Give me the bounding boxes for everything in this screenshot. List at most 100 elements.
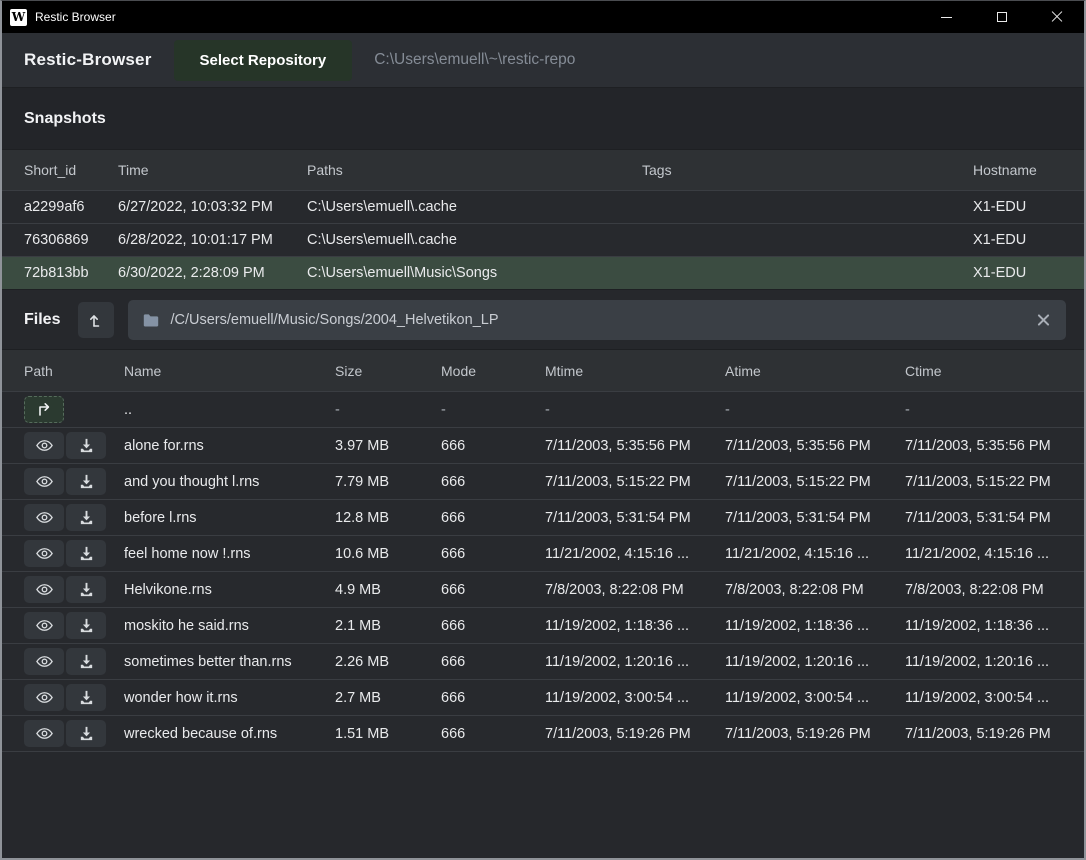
snapshots-section-header: Snapshots bbox=[2, 88, 1084, 150]
snapshots-heading: Snapshots bbox=[24, 110, 106, 128]
file-size: 2.26 MB bbox=[335, 654, 441, 670]
download-file-button[interactable] bbox=[66, 468, 106, 495]
file-row: before l.rns 12.8 MB 666 7/11/2003, 5:31… bbox=[2, 499, 1084, 535]
snapshot-short-id: a2299af6 bbox=[24, 199, 118, 215]
file-ctime: 7/11/2003, 5:19:26 PM bbox=[905, 726, 1062, 742]
file-size: 4.9 MB bbox=[335, 582, 441, 598]
view-file-button[interactable] bbox=[24, 648, 64, 675]
download-icon bbox=[78, 653, 95, 670]
eye-icon bbox=[35, 616, 54, 635]
view-file-button[interactable] bbox=[24, 468, 64, 495]
file-name: and you thought l.rns bbox=[124, 474, 335, 490]
minimize-icon bbox=[941, 17, 952, 18]
snapshot-hostname: X1-EDU bbox=[973, 265, 1062, 281]
file-name: feel home now !.rns bbox=[124, 546, 335, 562]
files-table-body: .. - - - - - bbox=[2, 391, 1084, 752]
download-file-button[interactable] bbox=[66, 648, 106, 675]
file-mtime: 7/8/2003, 8:22:08 PM bbox=[545, 582, 725, 598]
window-controls bbox=[919, 1, 1084, 33]
col-short-id: Short_id bbox=[24, 162, 118, 178]
download-file-button[interactable] bbox=[66, 576, 106, 603]
file-mtime: 7/11/2003, 5:35:56 PM bbox=[545, 438, 725, 454]
snapshot-time: 6/27/2022, 10:03:32 PM bbox=[118, 199, 307, 215]
titlebar: W Restic Browser bbox=[2, 1, 1084, 33]
snapshot-row[interactable]: a2299af6 6/27/2022, 10:03:32 PM C:\Users… bbox=[2, 190, 1084, 223]
file-mode: 666 bbox=[441, 654, 545, 670]
download-icon bbox=[78, 545, 95, 562]
snapshot-time: 6/28/2022, 10:01:17 PM bbox=[118, 232, 307, 248]
file-mtime: 11/19/2002, 3:00:54 ... bbox=[545, 690, 725, 706]
download-icon bbox=[78, 689, 95, 706]
file-row: wrecked because of.rns 1.51 MB 666 7/11/… bbox=[2, 715, 1084, 751]
file-ctime: 11/19/2002, 1:18:36 ... bbox=[905, 618, 1062, 634]
download-file-button[interactable] bbox=[66, 612, 106, 639]
eye-icon bbox=[35, 652, 54, 671]
app-logo-icon: W bbox=[10, 9, 27, 26]
snapshot-hostname: X1-EDU bbox=[973, 199, 1062, 215]
file-size: 3.97 MB bbox=[335, 438, 441, 454]
view-file-button[interactable] bbox=[24, 504, 64, 531]
view-file-button[interactable] bbox=[24, 576, 64, 603]
col-size: Size bbox=[335, 363, 441, 379]
view-file-button[interactable] bbox=[24, 432, 64, 459]
close-button[interactable] bbox=[1029, 1, 1084, 33]
file-name: wonder how it.rns bbox=[124, 690, 335, 706]
files-heading: Files bbox=[24, 311, 60, 329]
download-file-button[interactable] bbox=[66, 720, 106, 747]
snapshot-row-selected[interactable]: 72b813bb 6/30/2022, 2:28:09 PM C:\Users\… bbox=[2, 256, 1084, 289]
repository-path: C:\Users\emuell\~\restic-repo bbox=[374, 51, 575, 69]
eye-icon bbox=[35, 508, 54, 527]
file-atime: 7/11/2003, 5:15:22 PM bbox=[725, 474, 905, 490]
maximize-button[interactable] bbox=[974, 1, 1029, 33]
file-mode: 666 bbox=[441, 510, 545, 526]
enter-parent-directory-button[interactable] bbox=[24, 396, 64, 423]
eye-icon bbox=[35, 580, 54, 599]
enter-directory-icon bbox=[35, 401, 53, 419]
file-row: and you thought l.rns 7.79 MB 666 7/11/2… bbox=[2, 463, 1084, 499]
close-icon bbox=[1051, 11, 1063, 23]
download-file-button[interactable] bbox=[66, 504, 106, 531]
snapshots-table-header: Short_id Time Paths Tags Hostname bbox=[2, 150, 1084, 190]
files-table-header: Path Name Size Mode Mtime Atime Ctime bbox=[2, 349, 1084, 391]
file-row: feel home now !.rns 10.6 MB 666 11/21/20… bbox=[2, 535, 1084, 571]
snapshot-hostname: X1-EDU bbox=[973, 232, 1062, 248]
file-size: 12.8 MB bbox=[335, 510, 441, 526]
eye-icon bbox=[35, 544, 54, 563]
download-file-button[interactable] bbox=[66, 540, 106, 567]
file-mode: 666 bbox=[441, 618, 545, 634]
go-up-level-button[interactable] bbox=[78, 302, 114, 338]
clear-path-button[interactable] bbox=[1035, 311, 1052, 328]
file-name: .. bbox=[124, 402, 335, 418]
file-mode: 666 bbox=[441, 438, 545, 454]
app-header: Restic-Browser Select Repository C:\User… bbox=[2, 33, 1084, 88]
view-file-button[interactable] bbox=[24, 612, 64, 639]
files-path-bar[interactable]: /C/Users/emuell/Music/Songs/2004_Helveti… bbox=[128, 300, 1066, 340]
file-mode: 666 bbox=[441, 474, 545, 490]
download-file-button[interactable] bbox=[66, 432, 106, 459]
files-current-path: /C/Users/emuell/Music/Songs/2004_Helveti… bbox=[170, 312, 1025, 328]
file-name: sometimes better than.rns bbox=[124, 654, 335, 670]
file-atime: 7/11/2003, 5:19:26 PM bbox=[725, 726, 905, 742]
file-row: moskito he said.rns 2.1 MB 666 11/19/200… bbox=[2, 607, 1084, 643]
file-row: Helvikone.rns 4.9 MB 666 7/8/2003, 8:22:… bbox=[2, 571, 1084, 607]
snapshots-table-body: a2299af6 6/27/2022, 10:03:32 PM C:\Users… bbox=[2, 190, 1084, 290]
clear-path-icon bbox=[1037, 313, 1050, 326]
col-mtime: Mtime bbox=[545, 363, 725, 379]
select-repository-button[interactable]: Select Repository bbox=[174, 40, 353, 81]
download-icon bbox=[78, 473, 95, 490]
file-mode: 666 bbox=[441, 546, 545, 562]
file-name: alone for.rns bbox=[124, 438, 335, 454]
eye-icon bbox=[35, 436, 54, 455]
snapshot-paths: C:\Users\emuell\Music\Songs bbox=[307, 265, 642, 281]
view-file-button[interactable] bbox=[24, 684, 64, 711]
file-row: wonder how it.rns 2.7 MB 666 11/19/2002,… bbox=[2, 679, 1084, 715]
file-atime: 7/8/2003, 8:22:08 PM bbox=[725, 582, 905, 598]
col-name: Name bbox=[124, 363, 335, 379]
file-mtime: 7/11/2003, 5:19:26 PM bbox=[545, 726, 725, 742]
download-file-button[interactable] bbox=[66, 684, 106, 711]
view-file-button[interactable] bbox=[24, 720, 64, 747]
minimize-button[interactable] bbox=[919, 1, 974, 33]
view-file-button[interactable] bbox=[24, 540, 64, 567]
file-atime: - bbox=[725, 402, 905, 418]
snapshot-row[interactable]: 76306869 6/28/2022, 10:01:17 PM C:\Users… bbox=[2, 223, 1084, 256]
